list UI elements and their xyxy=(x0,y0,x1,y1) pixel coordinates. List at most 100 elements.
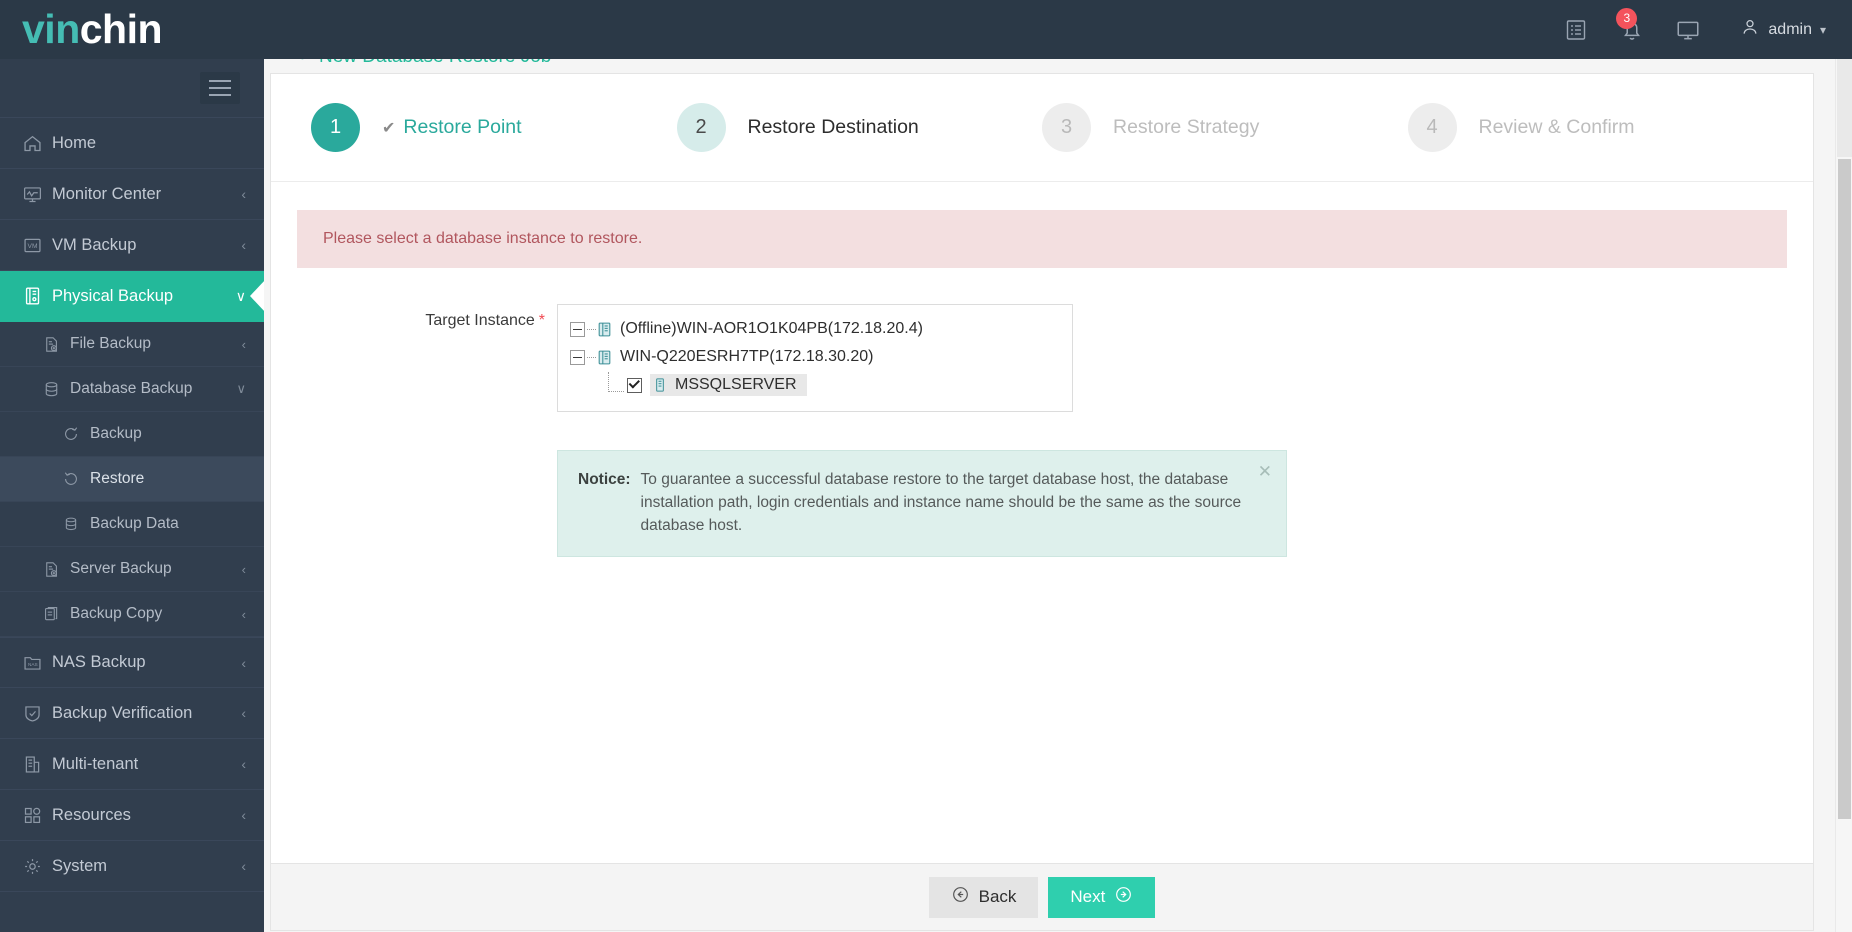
sidebar-toggle-row xyxy=(0,59,264,118)
sidebar-item-label: Server Backup xyxy=(70,560,172,577)
sidebar-item-vm-backup[interactable]: VM VM Backup ‹ xyxy=(0,220,264,271)
scrollbar-track[interactable] xyxy=(1837,59,1852,157)
vertical-scrollbar[interactable] xyxy=(1835,59,1852,932)
next-button-label: Next xyxy=(1070,887,1106,906)
sidebar-item-label: NAS Backup xyxy=(52,653,146,671)
shield-check-icon xyxy=(22,703,52,724)
step-label-wrap: Restore Strategy xyxy=(1113,116,1259,139)
target-instance-form-row: Target Instance * (Offline)WIN-AOR1O1K04… xyxy=(271,304,1813,412)
step-label: Restore Point xyxy=(403,116,522,138)
sidebar-arrow: ‹ xyxy=(241,654,246,671)
step-label: Review & Confirm xyxy=(1478,116,1635,138)
sidebar-item-system[interactable]: System ‹ xyxy=(0,841,264,892)
tree-node-host-win-q220[interactable]: WIN-Q220ESRH7TP(172.18.30.20) xyxy=(570,343,1060,371)
notice-text: To guarantee a successful database resto… xyxy=(640,471,1242,534)
step-review-confirm[interactable]: 4 Review & Confirm xyxy=(1407,103,1774,152)
step-restore-point[interactable]: 1 ✔ Restore Point xyxy=(311,103,677,152)
server-backup-icon xyxy=(42,560,70,579)
page-title-text: New Database Restore Job xyxy=(319,59,551,68)
physical-backup-icon xyxy=(22,285,52,307)
sidebar-arrow: ‹ xyxy=(241,858,246,874)
backup-data-icon xyxy=(62,515,90,533)
app-logo[interactable]: vinchin xyxy=(0,9,264,50)
chevron-down-icon: ∨ xyxy=(236,381,246,396)
db-instance-icon xyxy=(652,377,668,393)
monitor-center-icon xyxy=(22,184,52,205)
sidebar-item-nas-backup[interactable]: NAS NAS Backup ‹ xyxy=(0,637,264,688)
sidebar-item-label: Restore xyxy=(90,470,145,487)
monitor-icon[interactable] xyxy=(1660,0,1716,59)
logo-part-1: vin xyxy=(22,6,80,52)
sidebar-item-backup-data[interactable]: Backup Data xyxy=(0,502,264,547)
step-label-wrap: ✔ Restore Point xyxy=(382,116,522,139)
error-alert: Please select a database instance to res… xyxy=(297,210,1787,268)
sidebar-item-backup-copy[interactable]: Backup Copy ‹ xyxy=(0,592,264,637)
step-label-wrap: Restore Destination xyxy=(748,116,919,139)
step-label-wrap: Review & Confirm xyxy=(1479,116,1635,139)
sidebar-item-label: Backup Data xyxy=(90,515,179,532)
check-icon: ✔ xyxy=(382,119,396,137)
sidebar-item-server-backup[interactable]: Server Backup ‹ xyxy=(0,547,264,592)
tree-node-checkbox[interactable] xyxy=(627,377,642,393)
tree-node-selection[interactable]: MSSQLSERVER xyxy=(650,374,807,396)
svg-text:NAS: NAS xyxy=(28,662,38,668)
tree-connector xyxy=(587,356,596,358)
database-icon xyxy=(42,380,70,399)
step-label: Restore Destination xyxy=(747,116,919,138)
notification-bell-icon[interactable]: 3 xyxy=(1604,0,1660,59)
close-icon[interactable]: ✕ xyxy=(1258,463,1272,480)
top-header-bar: vinchin 3 admin ▾ xyxy=(0,0,1852,59)
next-button[interactable]: Next xyxy=(1048,876,1156,918)
host-server-icon xyxy=(596,349,613,366)
logo-part-2: chin xyxy=(79,6,163,52)
page-scroll-region: New Database Restore Job 1 ✔ Restore Poi… xyxy=(264,59,1852,932)
collapse-toggle-icon[interactable] xyxy=(570,349,585,365)
log-list-icon[interactable] xyxy=(1548,0,1604,59)
sidebar-item-database-backup[interactable]: Database Backup ∨ xyxy=(0,367,264,412)
tree-node-host-offline[interactable]: (Offline)WIN-AOR1O1K04PB(172.18.20.4) xyxy=(570,315,1060,343)
host-server-icon xyxy=(596,321,613,338)
step-restore-destination[interactable]: 2 Restore Destination xyxy=(676,103,1043,152)
user-menu[interactable]: admin ▾ xyxy=(1740,17,1826,42)
avatar-icon xyxy=(1740,17,1760,42)
sidebar-item-monitor-center[interactable]: Monitor Center ‹ xyxy=(0,169,264,220)
sidebar-item-file-backup[interactable]: File Backup ‹ xyxy=(0,322,264,367)
sidebar-item-home[interactable]: Home xyxy=(0,118,264,169)
arrow-left-circle-icon xyxy=(951,885,970,909)
error-alert-text: Please select a database instance to res… xyxy=(323,230,643,247)
sidebar-arrow: ‹ xyxy=(241,606,246,622)
svg-text:VM: VM xyxy=(28,243,38,250)
sidebar-item-label: Resources xyxy=(52,805,131,824)
sidebar-item-label: Backup xyxy=(90,425,142,442)
collapse-toggle-icon[interactable] xyxy=(570,321,585,337)
notice-banner: Notice: To guarantee a successful databa… xyxy=(557,450,1287,557)
step-number: 2 xyxy=(676,103,726,152)
tree-node-instance-mssqlserver[interactable]: MSSQLSERVER xyxy=(570,371,1060,399)
notice-label: Notice: xyxy=(578,471,631,488)
step-number: 1 xyxy=(311,103,360,152)
resources-grid-icon xyxy=(22,805,52,826)
sidebar-item-physical-backup[interactable]: Physical Backup ∨ xyxy=(0,271,264,322)
sidebar-item-backup-verification[interactable]: Backup Verification ‹ xyxy=(0,688,264,739)
step-label: Restore Strategy xyxy=(1113,116,1260,138)
sidebar-item-restore[interactable]: Restore xyxy=(0,457,264,502)
sidebar-item-backup[interactable]: Backup xyxy=(0,412,264,457)
target-instance-tree[interactable]: (Offline)WIN-AOR1O1K04PB(172.18.20.4) WI… xyxy=(557,304,1073,412)
sidebar-arrow: ‹ xyxy=(241,186,246,202)
hamburger-menu-icon[interactable] xyxy=(200,72,240,104)
wizard-step-indicator: 1 ✔ Restore Point 2 Restore Destination … xyxy=(271,74,1813,182)
sidebar-arrow: ‹ xyxy=(241,561,246,577)
file-backup-icon xyxy=(42,335,70,354)
restore-job-icon xyxy=(294,59,311,68)
step-restore-strategy[interactable]: 3 Restore Strategy xyxy=(1042,103,1408,152)
tree-connector xyxy=(587,328,596,330)
backup-copy-icon xyxy=(42,605,70,624)
nas-icon: NAS xyxy=(22,652,52,673)
sidebar-item-multi-tenant[interactable]: Multi-tenant ‹ xyxy=(0,739,264,790)
sidebar-item-label: Physical Backup xyxy=(52,286,174,305)
sidebar-item-resources[interactable]: Resources ‹ xyxy=(0,790,264,841)
back-button[interactable]: Back xyxy=(928,876,1039,918)
scrollbar-thumb[interactable] xyxy=(1838,159,1851,819)
arrow-right-circle-icon xyxy=(1114,885,1133,909)
wizard-card: 1 ✔ Restore Point 2 Restore Destination … xyxy=(270,73,1814,863)
